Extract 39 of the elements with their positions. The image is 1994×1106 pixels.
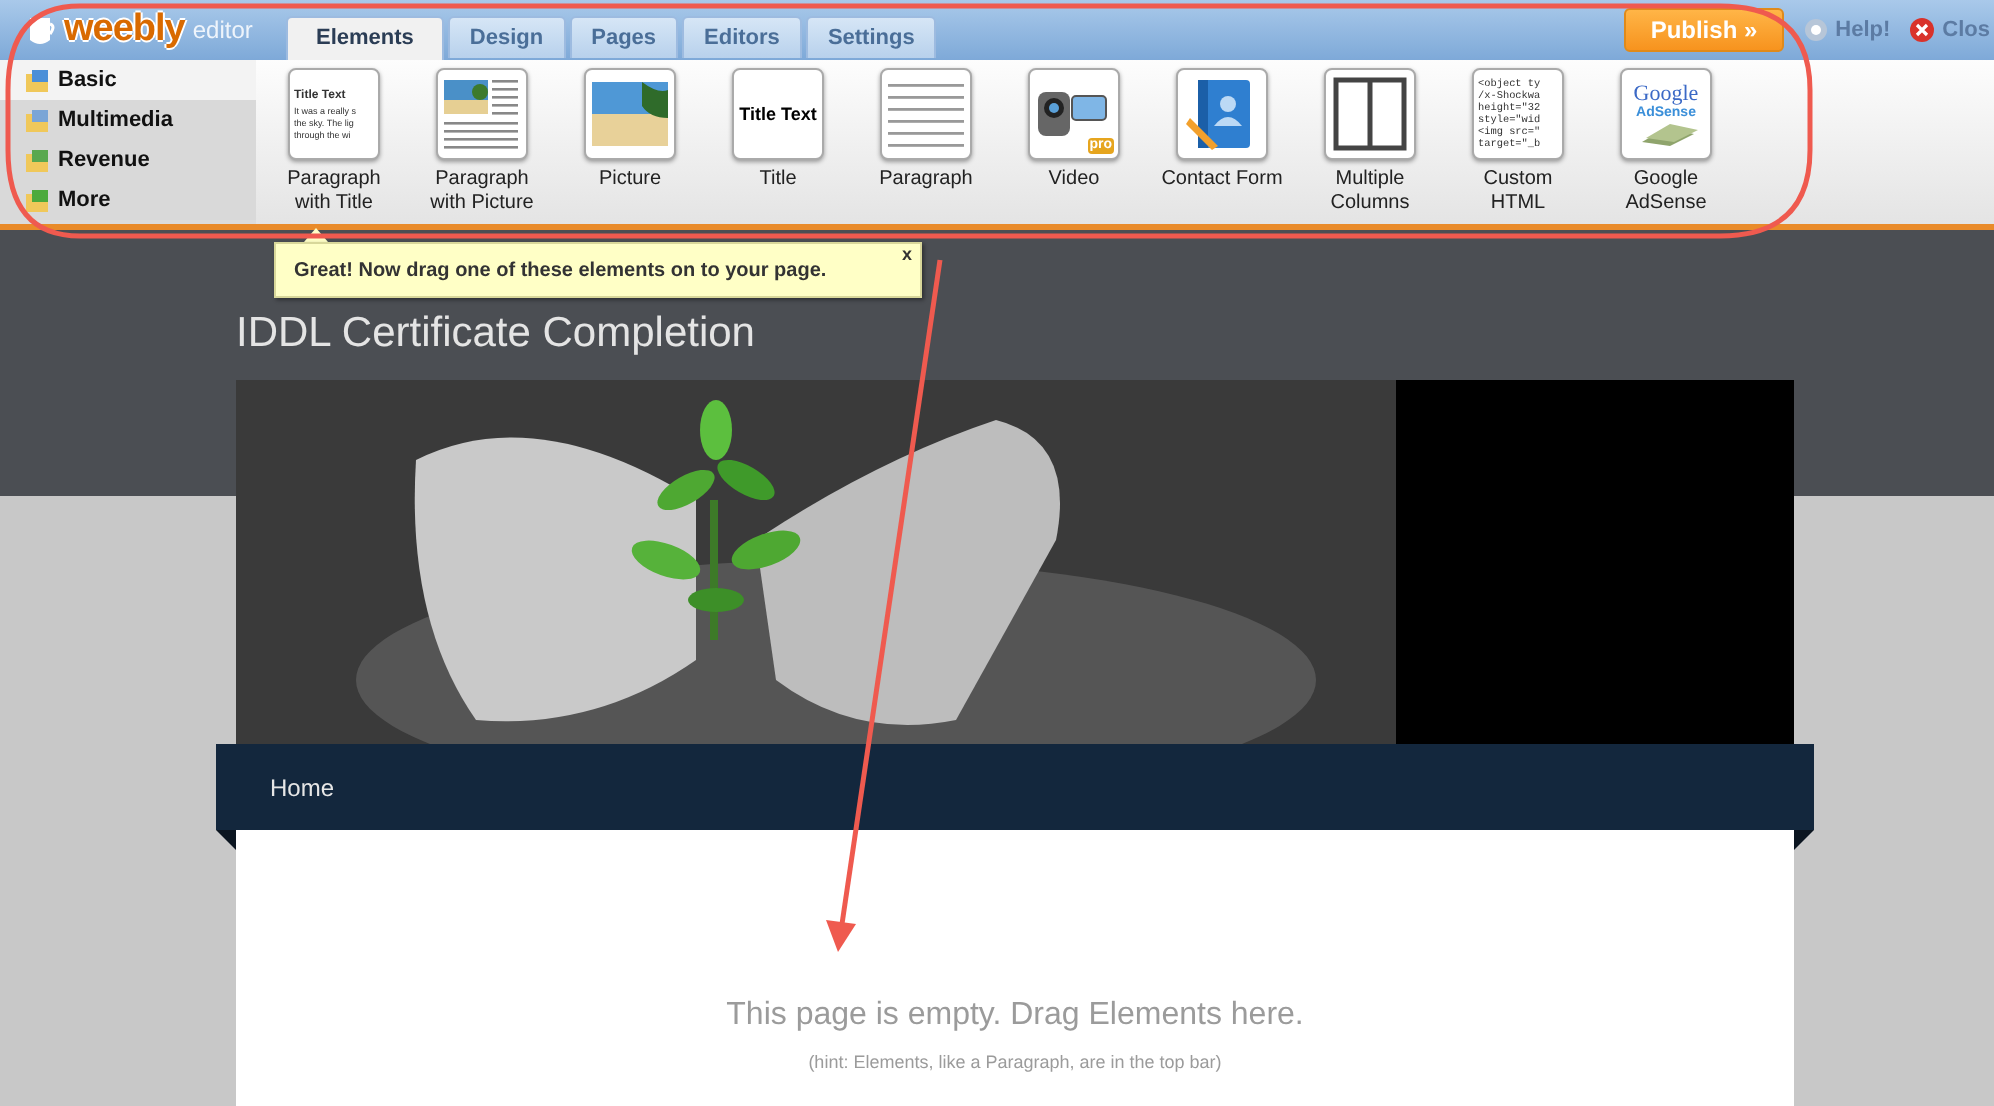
folder-icon	[24, 107, 50, 133]
title-thumbnail: Title Text	[732, 68, 824, 160]
folder-icon	[24, 67, 50, 93]
tooltip-close-button[interactable]: x	[901, 244, 912, 264]
help-icon	[1803, 18, 1828, 42]
editor-tab[interactable]: Design	[447, 16, 566, 58]
element-label[interactable]: Paragraph	[879, 168, 973, 192]
logo-text: weebly	[64, 8, 185, 52]
ribbon-fold	[216, 830, 236, 850]
editor-tab[interactable]: Settings	[805, 16, 937, 58]
element-label[interactable]: Multiple Columns	[1308, 168, 1432, 216]
hint-text: (hint: Elements, like a Paragraph, are in the top bar)	[808, 1052, 1222, 1072]
nav-link[interactable]: Home	[270, 773, 335, 801]
address-book-thumbnail	[1176, 68, 1268, 160]
close-icon	[1910, 18, 1935, 42]
editor-tab[interactable]: Editors	[682, 16, 802, 58]
two-columns-thumbnail	[1324, 68, 1416, 160]
element-label[interactable]: Contact Form	[1161, 168, 1283, 192]
editor-tab[interactable]: Elements	[286, 16, 444, 60]
folder-icon	[24, 147, 50, 173]
empty-page-message: This page is empty. Drag Elements here.	[726, 998, 1304, 1034]
tooltip-text: Great! Now drag one of these elements on to your page.	[294, 259, 827, 281]
editor-tab[interactable]: Pages	[569, 16, 679, 58]
element-label[interactable]: Paragraph with Picture	[420, 168, 544, 216]
element-label[interactable]: Title	[759, 168, 797, 192]
category-item[interactable]: Basic	[0, 60, 256, 100]
ribbon-fold	[1794, 830, 1814, 850]
beach-picture-thumbnail	[584, 68, 676, 160]
cup-icon	[28, 12, 56, 48]
element-label[interactable]: Picture	[598, 168, 662, 192]
element-label[interactable]: Google AdSense	[1604, 168, 1728, 216]
element-label[interactable]: Video	[1048, 168, 1100, 192]
paragraph-with-picture-thumbnail	[436, 68, 528, 160]
element-label[interactable]: Custom HTML	[1456, 168, 1580, 216]
paragraph-thumbnail	[880, 68, 972, 160]
logo-suffix: editor	[192, 16, 253, 44]
folder-icon	[24, 187, 50, 213]
element-label[interactable]: Paragraph with Title	[272, 168, 396, 216]
site-title: IDDL Certificate Completion	[236, 310, 755, 360]
